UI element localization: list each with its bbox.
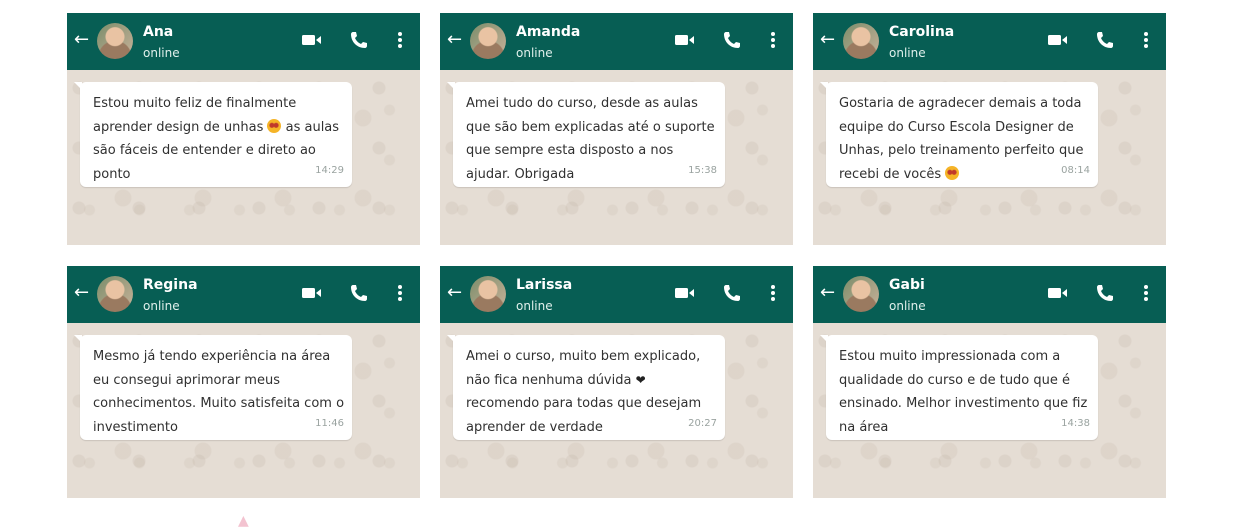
message-bubble: Gostaria de agradecer demais a toda equi… [820,82,1098,187]
message-time: 08:14 [1061,165,1090,176]
message-bubble: Amei tudo do curso, desde as aulas que s… [447,82,725,187]
contact-status: online [143,299,180,313]
chat-header: ← Amanda online [440,13,793,70]
message-text-part: Estou muito impressionada com a qualidad… [839,349,1088,435]
message-text: Estou muito impressionada com a qualidad… [839,345,1094,439]
avatar[interactable] [97,23,133,59]
video-call-icon[interactable] [1047,30,1069,54]
chat-card-amanda: ← Amanda online Amei tudo do curso, desd… [440,13,793,245]
more-vert-icon[interactable] [770,30,776,54]
chat-header: ← Ana online [67,13,420,70]
message-time: 14:38 [1061,418,1090,429]
phone-icon[interactable] [722,30,742,54]
chat-card-regina: ← Regina online Mesmo já tendo experiênc… [67,266,420,498]
chat-card-ana: ← Ana online Estou muito feliz de finalm… [67,13,420,245]
message-text: Amei tudo do curso, desde as aulas que s… [466,92,721,186]
black-heart-icon: ❤ [635,372,646,387]
arrow-left-icon[interactable]: ← [447,30,463,50]
message-time: 15:38 [688,165,717,176]
message-text-part: Amei tudo do curso, desde as aulas que s… [466,96,715,182]
contact-status: online [889,46,926,60]
avatar[interactable] [470,23,506,59]
contact-name[interactable]: Amanda [516,24,580,40]
avatar[interactable] [843,276,879,312]
chat-card-larissa: ← Larissa online Amei o curso, muito bem… [440,266,793,498]
video-call-icon[interactable] [674,283,696,307]
message-text-part: Estou muito feliz de finalmente aprender… [93,96,297,135]
message-text: Mesmo já tendo experiência na área eu co… [93,345,348,439]
chat-card-carolina: ← Carolina online Gostaria de agradecer … [813,13,1166,245]
phone-icon[interactable] [349,283,369,307]
contact-name[interactable]: Carolina [889,24,954,40]
phone-icon[interactable] [1095,283,1115,307]
heart-eyes-emoji-icon [945,165,960,180]
contact-name[interactable]: Gabi [889,277,925,293]
video-call-icon[interactable] [674,30,696,54]
message-bubble: Estou muito impressionada com a qualidad… [820,335,1098,440]
arrow-left-icon[interactable]: ← [820,283,836,303]
arrow-left-icon[interactable]: ← [820,30,836,50]
contact-status: online [516,46,553,60]
arrow-left-icon[interactable]: ← [74,30,90,50]
message-time: 14:29 [315,165,344,176]
decorative-mark: ▲ [238,513,249,529]
video-call-icon[interactable] [1047,283,1069,307]
chat-header: ← Carolina online [813,13,1166,70]
more-vert-icon[interactable] [770,283,776,307]
more-vert-icon[interactable] [1143,283,1149,307]
contact-status: online [143,46,180,60]
phone-icon[interactable] [349,30,369,54]
message-bubble: Amei o curso, muito bem explicado, não f… [447,335,725,440]
chat-header: ← Larissa online [440,266,793,323]
avatar[interactable] [470,276,506,312]
message-text: Gostaria de agradecer demais a toda equi… [839,92,1094,186]
message-text-part: Mesmo já tendo experiência na área eu co… [93,349,345,435]
contact-name[interactable]: Larissa [516,277,572,293]
message-bubble: Mesmo já tendo experiência na área eu co… [74,335,352,440]
chat-header: ← Gabi online [813,266,1166,323]
message-bubble: Estou muito feliz de finalmente aprender… [74,82,352,187]
message-text: Estou muito feliz de finalmente aprender… [93,92,348,186]
chat-header: ← Regina online [67,266,420,323]
arrow-left-icon[interactable]: ← [74,283,90,303]
phone-icon[interactable] [722,283,742,307]
contact-status: online [516,299,553,313]
video-call-icon[interactable] [301,283,323,307]
more-vert-icon[interactable] [397,30,403,54]
video-call-icon[interactable] [301,30,323,54]
contact-status: online [889,299,926,313]
message-time: 20:27 [688,418,717,429]
message-text-part: Amei o curso, muito bem explicado, não f… [466,349,701,388]
message-text: Amei o curso, muito bem explicado, não f… [466,345,721,439]
avatar[interactable] [97,276,133,312]
contact-name[interactable]: Ana [143,24,173,40]
message-text-part: Gostaria de agradecer demais a toda equi… [839,96,1084,182]
more-vert-icon[interactable] [397,283,403,307]
more-vert-icon[interactable] [1143,30,1149,54]
chat-card-gabi: ← Gabi online Estou muito impressionada … [813,266,1166,498]
message-text-part: recomendo para todas que desejam aprende… [466,396,702,435]
avatar[interactable] [843,23,879,59]
heart-eyes-emoji-icon [267,118,282,133]
arrow-left-icon[interactable]: ← [447,283,463,303]
phone-icon[interactable] [1095,30,1115,54]
message-time: 11:46 [315,418,344,429]
contact-name[interactable]: Regina [143,277,198,293]
